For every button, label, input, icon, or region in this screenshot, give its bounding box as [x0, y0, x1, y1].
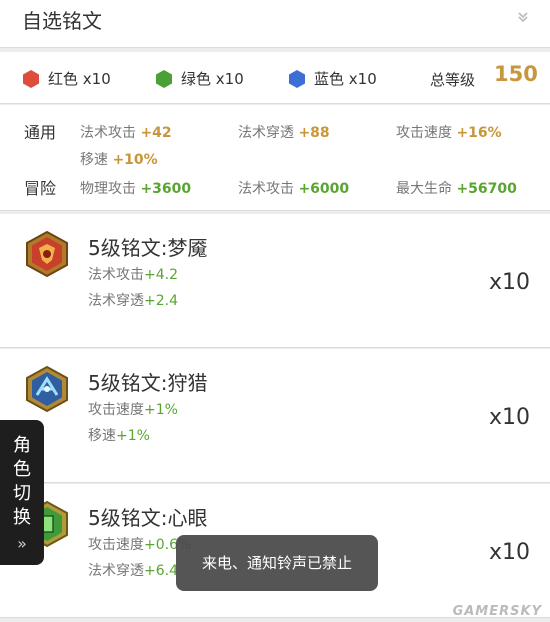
red-hexagon-icon [23, 69, 39, 88]
stat-item: 法术攻击 +42 [80, 125, 172, 141]
double-chevron-right-icon: » [17, 534, 27, 553]
blue-gem-label: 蓝色 x10 [314, 70, 377, 88]
rune-name: 5级铭文:梦魇 [88, 236, 208, 260]
stat-item: 物理攻击 +3600 [80, 181, 192, 197]
stat-item: 移速 +10% [80, 152, 158, 168]
rune-summary: 红色 x10 绿色 x10 蓝色 x10 总等级 150 [0, 52, 550, 104]
total-level-label: 总等级 [430, 71, 476, 89]
chevron-down-icon[interactable] [516, 10, 530, 24]
green-gem-label: 绿色 x10 [181, 70, 244, 88]
red-gem-count: 红色 x10 [22, 68, 111, 89]
rune-card[interactable]: 5级铭文:梦魇 法术攻击+4.2 法术穿透+2.4 x10 [0, 214, 550, 348]
green-hexagon-icon [156, 69, 172, 88]
stat-item: 最大生命 +56700 [396, 181, 517, 197]
page-title: 自选铭文 [22, 9, 102, 33]
rune-name: 5级铭文:心眼 [88, 506, 208, 530]
rune-count: x10 [488, 405, 530, 430]
rune-stat-line: 法术穿透+6.4 [88, 563, 178, 579]
attribute-stats: 通用 法术攻击 +42 法术穿透 +88 攻击速度 +16% 移速 +10% 冒… [0, 105, 550, 211]
rune-name: 5级铭文:狩猎 [88, 371, 208, 395]
blue-hexagon-icon [289, 69, 305, 88]
character-switch-tab[interactable]: 角色切换 » [0, 420, 44, 565]
rune-count: x10 [488, 540, 530, 565]
stat-item: 法术穿透 +88 [238, 125, 330, 141]
general-category-label: 通用 [24, 123, 57, 142]
red-gem-label: 红色 x10 [48, 70, 111, 88]
blue-gem-count: 蓝色 x10 [288, 68, 377, 89]
stat-item: 攻击速度 +16% [396, 125, 502, 141]
rune-page: 自选铭文 红色 x10 绿色 x10 蓝色 x10 总等级 150 通用 法术攻… [0, 0, 550, 622]
rune-card[interactable]: 5级铭文:狩猎 攻击速度+1% 移速+1% x10 [0, 349, 550, 483]
hunt-rune-icon [26, 365, 68, 413]
green-gem-count: 绿色 x10 [155, 68, 244, 89]
character-switch-label: 角色切换 [13, 435, 31, 528]
nightmare-rune-icon [26, 230, 68, 278]
rune-stat-line: 法术攻击+4.2 [88, 267, 178, 283]
stat-item: 法术攻击 +6000 [238, 181, 350, 197]
rune-stat-line: 移速+1% [88, 428, 150, 444]
rune-count: x10 [488, 270, 530, 295]
total-level-value: 150 [494, 62, 538, 86]
header: 自选铭文 [0, 0, 550, 48]
rune-stat-line: 法术穿透+2.4 [88, 293, 178, 309]
toast-notification: 来电、通知铃声已禁止 [176, 535, 378, 591]
watermark: GAMERSKY [452, 604, 542, 619]
rune-stat-line: 攻击速度+1% [88, 402, 178, 418]
adventure-category-label: 冒险 [24, 179, 57, 198]
